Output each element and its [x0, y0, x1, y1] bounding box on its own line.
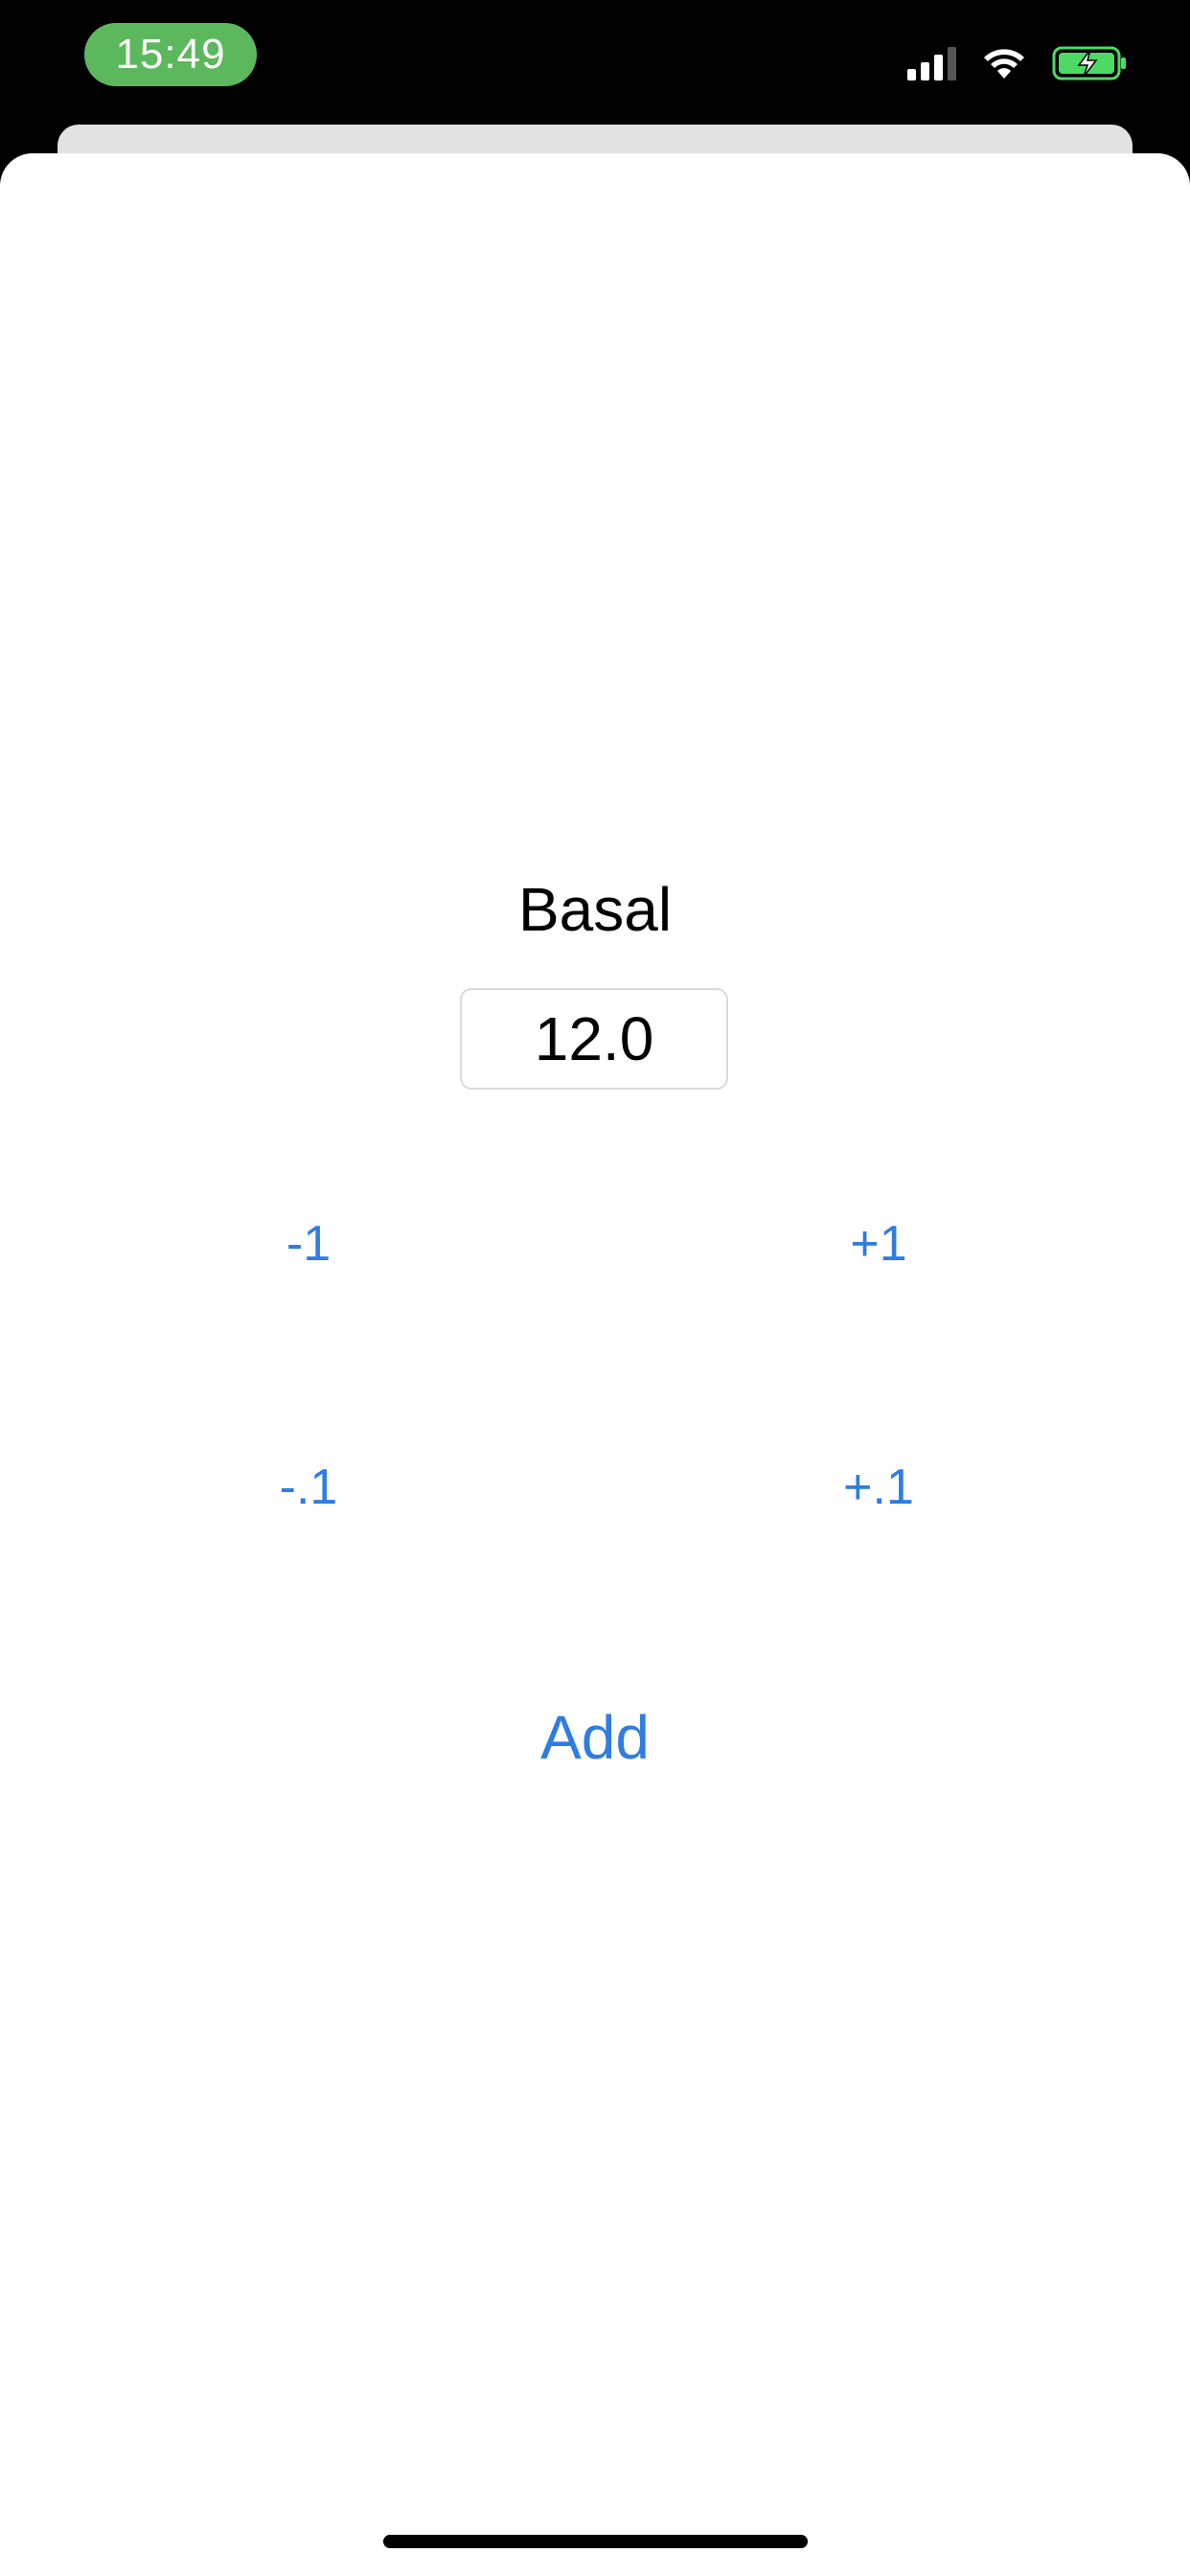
decrement-one-button[interactable]: -1 [213, 1206, 404, 1282]
cellular-signal-icon [907, 46, 956, 80]
increment-one-button[interactable]: +1 [783, 1206, 974, 1282]
status-icons [907, 42, 1129, 84]
status-bar: 15:49 [0, 0, 1190, 125]
home-indicator[interactable] [383, 2535, 808, 2548]
decrement-tenth-button[interactable]: -.1 [213, 1449, 404, 1526]
add-button[interactable]: Add [451, 1691, 739, 1783]
modal-sheet [0, 153, 1190, 2576]
battery-charging-icon [1052, 44, 1129, 82]
status-time: 15:49 [84, 23, 257, 86]
wifi-icon [981, 46, 1027, 80]
increment-tenth-button[interactable]: +.1 [783, 1449, 974, 1526]
screen-title: Basal [517, 875, 673, 944]
basal-value-field[interactable]: 12.0 [460, 988, 728, 1090]
